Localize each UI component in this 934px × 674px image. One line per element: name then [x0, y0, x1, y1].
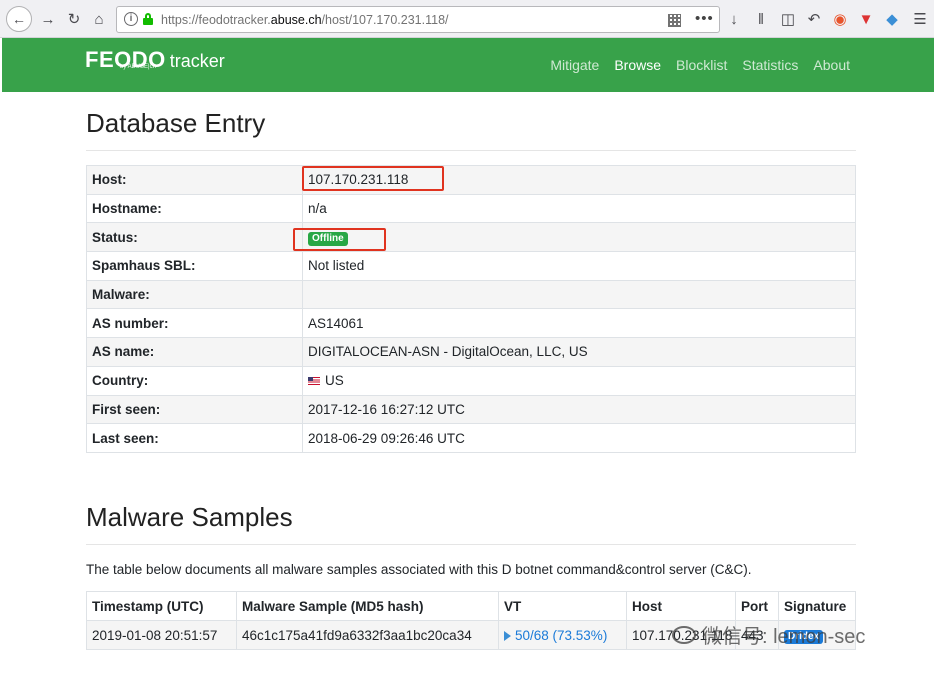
menu-icon[interactable]: ☰ — [908, 7, 932, 31]
table-row: Hostname: n/a — [86, 193, 856, 224]
samples-description: The table below documents all malware sa… — [86, 562, 752, 577]
row-key: Malware: — [86, 279, 303, 310]
col-signature[interactable]: Signature — [778, 591, 856, 621]
table-row: Host: 107.170.231.118 — [86, 165, 856, 195]
samples-heading: Malware Samples — [86, 502, 293, 532]
divider — [86, 150, 856, 151]
sample-vt-cell: 50/68 (73.53%) — [498, 620, 627, 650]
row-key: Last seen: — [86, 423, 303, 453]
lock-icon — [143, 13, 153, 25]
row-key: AS number: — [86, 308, 303, 339]
table-row: AS name: DIGITALOCEAN-ASN - DigitalOcean… — [86, 337, 856, 367]
brand-sub: tracker — [169, 51, 225, 71]
watermark: 微信号: lemon-sec — [672, 620, 865, 649]
row-key: Hostname: — [86, 193, 303, 224]
wechat-logo-icon — [672, 625, 696, 644]
table-row: Last seen: 2018-06-29 09:26:46 UTC — [86, 423, 856, 453]
more-actions-icon[interactable]: ••• — [695, 10, 714, 27]
hostname-value: n/a — [302, 193, 856, 224]
table-row: Malware: — [86, 279, 856, 310]
us-flag-icon — [308, 376, 320, 385]
vt-link[interactable]: 50/68 (73.53%) — [515, 628, 607, 643]
table-row: Country: US — [86, 365, 856, 396]
watermark-text: 微信号: lemon-sec — [702, 626, 866, 648]
nav-statistics[interactable]: Statistics — [742, 57, 798, 73]
as-number-value: AS14061 — [302, 308, 856, 339]
browser-toolbar: ← → ↻ ⌂ i https://feodotracker.abuse.ch/… — [0, 0, 934, 38]
col-host[interactable]: Host — [626, 591, 736, 621]
row-key: AS name: — [86, 337, 303, 367]
last-seen-value: 2018-06-29 09:26:46 UTC — [302, 423, 856, 453]
col-md5[interactable]: Malware Sample (MD5 hash) — [236, 591, 499, 621]
block-icon[interactable]: ◉ — [828, 7, 852, 31]
table-row: Spamhaus SBL: Not listed — [86, 251, 856, 281]
site-navbar: FEODO tracker by ABUSE|ch Mitigate Browse… — [2, 38, 934, 92]
undo-icon[interactable]: ↶ — [802, 7, 826, 31]
reload-icon[interactable]: ↻ — [62, 7, 86, 31]
download-icon[interactable]: ↓ — [722, 7, 746, 31]
database-entry-table: Host: 107.170.231.118 Hostname: n/a Stat… — [86, 165, 856, 453]
nav-links: Mitigate Browse Blocklist Statistics Abo… — [535, 57, 850, 73]
forward-arrow-icon[interactable]: → — [36, 7, 60, 31]
spamhaus-value: Not listed — [302, 251, 856, 281]
row-key: Country: — [86, 365, 303, 396]
extension-icon[interactable]: ▼ — [854, 7, 878, 31]
shield-icon[interactable]: ◆ — [880, 7, 904, 31]
status-highlight-box — [293, 228, 386, 251]
col-port[interactable]: Port — [735, 591, 779, 621]
row-key: Spamhaus SBL: — [86, 251, 303, 281]
table-row: Status: Offline — [86, 222, 856, 253]
url-text[interactable]: https://feodotracker.abuse.ch/host/107.1… — [161, 13, 449, 27]
nav-browse[interactable]: Browse — [614, 57, 661, 73]
qr-code-icon[interactable] — [668, 14, 681, 27]
library-icon[interactable]: ‖ — [749, 7, 773, 31]
row-key: Status: — [86, 222, 303, 253]
host-highlight-box — [302, 166, 444, 191]
row-key: Host: — [86, 165, 303, 195]
first-seen-value: 2017-12-16 16:27:12 UTC — [302, 394, 856, 425]
col-vt[interactable]: VT — [498, 591, 627, 621]
as-name-value: DIGITALOCEAN-ASN - DigitalOcean, LLC, US — [302, 337, 856, 367]
sidebar-icon[interactable]: ◫ — [776, 7, 800, 31]
country-value: US — [325, 373, 344, 389]
back-arrow-icon[interactable]: ← — [6, 6, 32, 32]
info-icon[interactable]: i — [124, 12, 138, 26]
sample-md5[interactable]: 46c1c175a41fd9a6332f3aa1bc20ca34 — [236, 620, 499, 650]
table-row: First seen: 2017-12-16 16:27:12 UTC — [86, 394, 856, 425]
nav-mitigate[interactable]: Mitigate — [550, 57, 599, 73]
nav-about[interactable]: About — [813, 57, 850, 73]
virustotal-icon — [504, 630, 511, 641]
nav-blocklist[interactable]: Blocklist — [676, 57, 727, 73]
divider — [86, 544, 856, 545]
table-row: AS number: AS14061 — [86, 308, 856, 339]
table-header-row: Timestamp (UTC) Malware Sample (MD5 hash… — [86, 591, 856, 621]
brand-by: by ABUSE|ch — [120, 64, 156, 70]
row-key: First seen: — [86, 394, 303, 425]
home-icon[interactable]: ⌂ — [87, 7, 111, 31]
country-cell: US — [302, 365, 856, 396]
col-timestamp[interactable]: Timestamp (UTC) — [86, 591, 237, 621]
page-title: Database Entry — [86, 108, 266, 138]
url-bar[interactable]: i https://feodotracker.abuse.ch/host/107… — [116, 6, 720, 33]
sample-timestamp: 2019-01-08 20:51:57 — [86, 620, 237, 650]
malware-value — [302, 279, 856, 310]
